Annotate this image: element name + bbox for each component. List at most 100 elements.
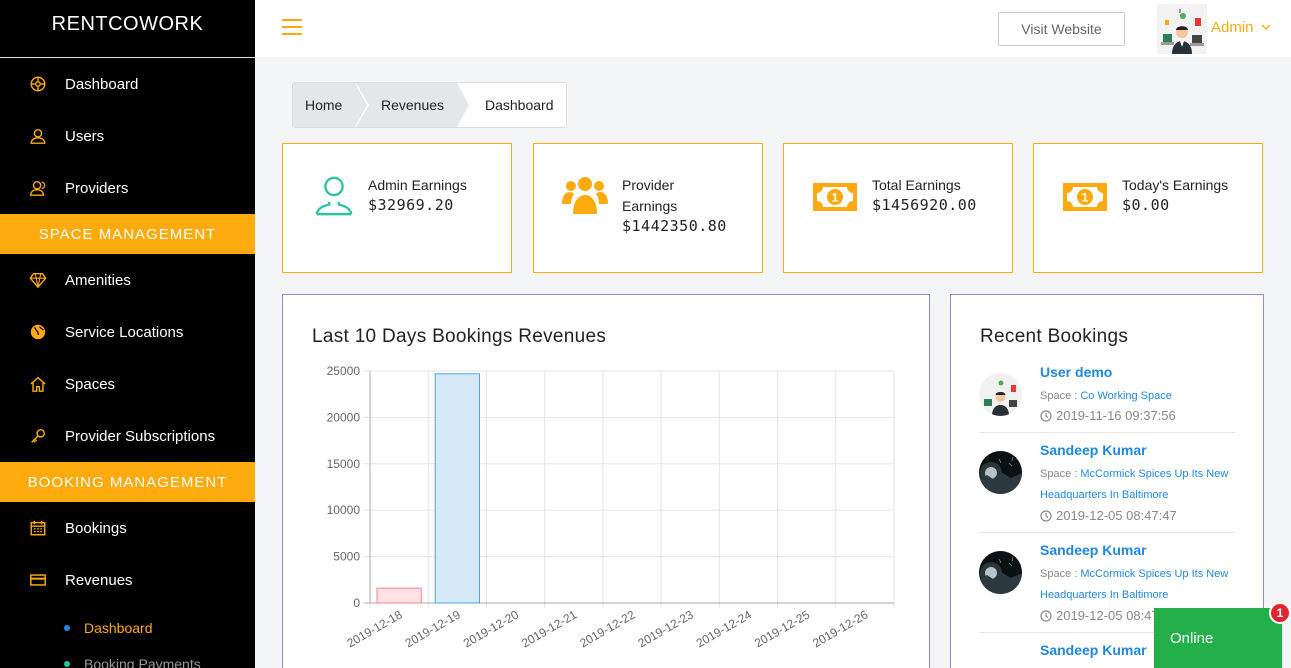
booking-space: Space : Co Working Space	[1040, 386, 1240, 407]
stat-label: Total Earnings	[872, 177, 961, 193]
sidebar-item-revenues[interactable]: Revenues	[0, 554, 255, 606]
stat-value: $32969.20	[368, 196, 454, 214]
stat-value: $1442350.80	[622, 217, 727, 235]
stat-label: Admin Earnings	[368, 177, 467, 193]
sidebar-item-spaces[interactable]: Spaces	[0, 358, 255, 410]
svg-text:1: 1	[1082, 191, 1089, 205]
x-tick-label: 2019-12-19	[403, 607, 463, 650]
clock-icon	[1040, 609, 1052, 622]
sidebar-item-provider-subscriptions[interactable]: Provider Subscriptions	[0, 410, 255, 462]
booking-avatar	[979, 551, 1022, 594]
y-tick-label: 10000	[327, 503, 361, 517]
sidebar-subitem-revenues-dashboard[interactable]: Dashboard	[0, 610, 255, 646]
x-tick-label: 2019-12-20	[461, 607, 521, 650]
booking-date-text: 2019-11-16 09:37:56	[1056, 408, 1176, 423]
brand-logo[interactable]: RENTCOWORK	[0, 0, 255, 58]
booking-user-name[interactable]: Sandeep Kumar	[1040, 542, 1147, 558]
booking-space: Space : McCormick Spices Up Its New Head…	[1040, 564, 1240, 606]
top-header: Visit Website Admin	[255, 0, 1291, 57]
sidebar-item-label: Providers	[65, 179, 129, 197]
stat-label: Today's Earnings	[1122, 177, 1229, 193]
breadcrumb-dashboard: Dashboard	[457, 83, 566, 127]
diamond-icon	[28, 270, 48, 290]
sidebar-item-amenities[interactable]: Amenities	[0, 254, 255, 306]
stat-card-provider-earnings: Provider Earnings $1442350.80	[533, 143, 763, 273]
breadcrumb: Home Revenues Dashboard	[292, 82, 567, 128]
breadcrumb-label: Revenues	[381, 97, 445, 113]
visit-website-button[interactable]: Visit Website	[998, 12, 1125, 46]
globe-icon	[28, 322, 48, 342]
x-tick-label: 2019-12-25	[752, 607, 812, 650]
stat-label-line: Provider	[622, 177, 675, 193]
bullet-dot	[64, 625, 70, 631]
x-tick-label: 2019-12-26	[810, 607, 870, 650]
stat-label-line: Earnings	[622, 198, 678, 214]
svg-text:1: 1	[832, 191, 839, 205]
space-prefix: Space :	[1040, 568, 1081, 580]
breadcrumb-home[interactable]: Home	[293, 83, 369, 127]
y-tick-label: 20000	[327, 410, 361, 424]
x-tick-label: 2019-12-23	[636, 607, 696, 650]
breadcrumb-label: Home	[305, 97, 343, 113]
sidebar-item-dashboard[interactable]: Dashboard	[0, 58, 255, 110]
admin-menu-label[interactable]: Admin	[1211, 19, 1254, 36]
user-icon	[28, 126, 48, 146]
divider	[979, 432, 1235, 433]
y-tick-label: 15000	[327, 457, 361, 471]
booking-user-name[interactable]: Sandeep Kumar	[1040, 642, 1147, 658]
money-icon: 1	[812, 174, 858, 220]
clock-icon	[1040, 409, 1052, 422]
sidebar-item-label: Revenues	[65, 571, 133, 589]
user-outline-icon	[311, 174, 357, 220]
booking-date-text: 2019-12-05 08:47:47	[1056, 508, 1177, 523]
sidebar-item-service-locations[interactable]: Service Locations	[0, 306, 255, 358]
booking-item[interactable]: User demo Space : Co Working Space 2019-…	[979, 364, 1235, 434]
sidebar-item-label: Provider Subscriptions	[65, 427, 216, 445]
booking-space-name[interactable]: Co Working Space	[1080, 390, 1172, 402]
sidebar: RENTCOWORK Dashboard Users Providers SPA…	[0, 0, 255, 668]
y-tick-label: 25000	[327, 364, 361, 378]
sidebar-item-label: Spaces	[65, 375, 116, 393]
sidebar-subitem-label: Dashboard	[84, 620, 153, 636]
dashboard-icon	[28, 74, 48, 94]
menu-toggle-icon[interactable]	[282, 19, 302, 35]
x-tick-label: 2019-12-24	[694, 607, 754, 650]
key-icon	[28, 426, 48, 446]
stat-label: Provider Earnings	[622, 175, 677, 216]
booking-user-name[interactable]: Sandeep Kumar	[1040, 442, 1147, 458]
booking-date: 2019-12-05 08:47:47	[1040, 508, 1177, 523]
x-tick-label: 2019-12-22	[577, 607, 637, 650]
notification-badge: 1	[1269, 602, 1291, 624]
bar	[376, 587, 422, 604]
recent-bookings-title: Recent Bookings	[980, 326, 1129, 347]
sidebar-item-providers[interactable]: Providers	[0, 162, 255, 214]
sidebar-item-bookings[interactable]: Bookings	[0, 502, 255, 554]
sidebar-subitem-label: Booking Payments	[84, 656, 201, 668]
clock-icon	[1040, 509, 1052, 522]
online-chat-widget[interactable]: Online	[1154, 608, 1282, 668]
section-space-management: SPACE MANAGEMENT	[0, 214, 255, 254]
chevron-down-icon[interactable]	[1259, 20, 1273, 34]
booking-user-name[interactable]: User demo	[1040, 364, 1112, 380]
money-icon: 1	[1062, 174, 1108, 220]
booking-space: Space : McCormick Spices Up Its New Head…	[1040, 464, 1240, 506]
users-group-icon	[562, 174, 608, 220]
booking-avatar	[979, 451, 1022, 494]
sidebar-item-users[interactable]: Users	[0, 110, 255, 162]
sidebar-subitem-booking-payments[interactable]: Booking Payments	[0, 646, 255, 668]
sidebar-item-label: Bookings	[65, 519, 127, 537]
stat-value: $1456920.00	[872, 196, 977, 214]
admin-avatar[interactable]	[1157, 4, 1207, 54]
booking-avatar	[979, 373, 1022, 416]
chart-panel: Last 10 Days Bookings Revenues 0 5000 1000…	[282, 294, 930, 668]
booking-item[interactable]: Sandeep Kumar Space : McCormick Spices U…	[979, 442, 1235, 534]
calendar-icon	[28, 518, 48, 538]
breadcrumb-revenues[interactable]: Revenues	[355, 83, 471, 127]
credit-card-icon	[28, 570, 48, 590]
revenue-bar-chart: 05000100001500020000250002019-12-182019-…	[327, 364, 895, 650]
sidebar-item-label: Service Locations	[65, 323, 184, 341]
bar	[434, 373, 480, 604]
y-tick-label: 5000	[333, 550, 360, 564]
booking-date: 2019-11-16 09:37:56	[1040, 408, 1176, 423]
stat-card-total-earnings: 1 Total Earnings $1456920.00	[783, 143, 1013, 273]
